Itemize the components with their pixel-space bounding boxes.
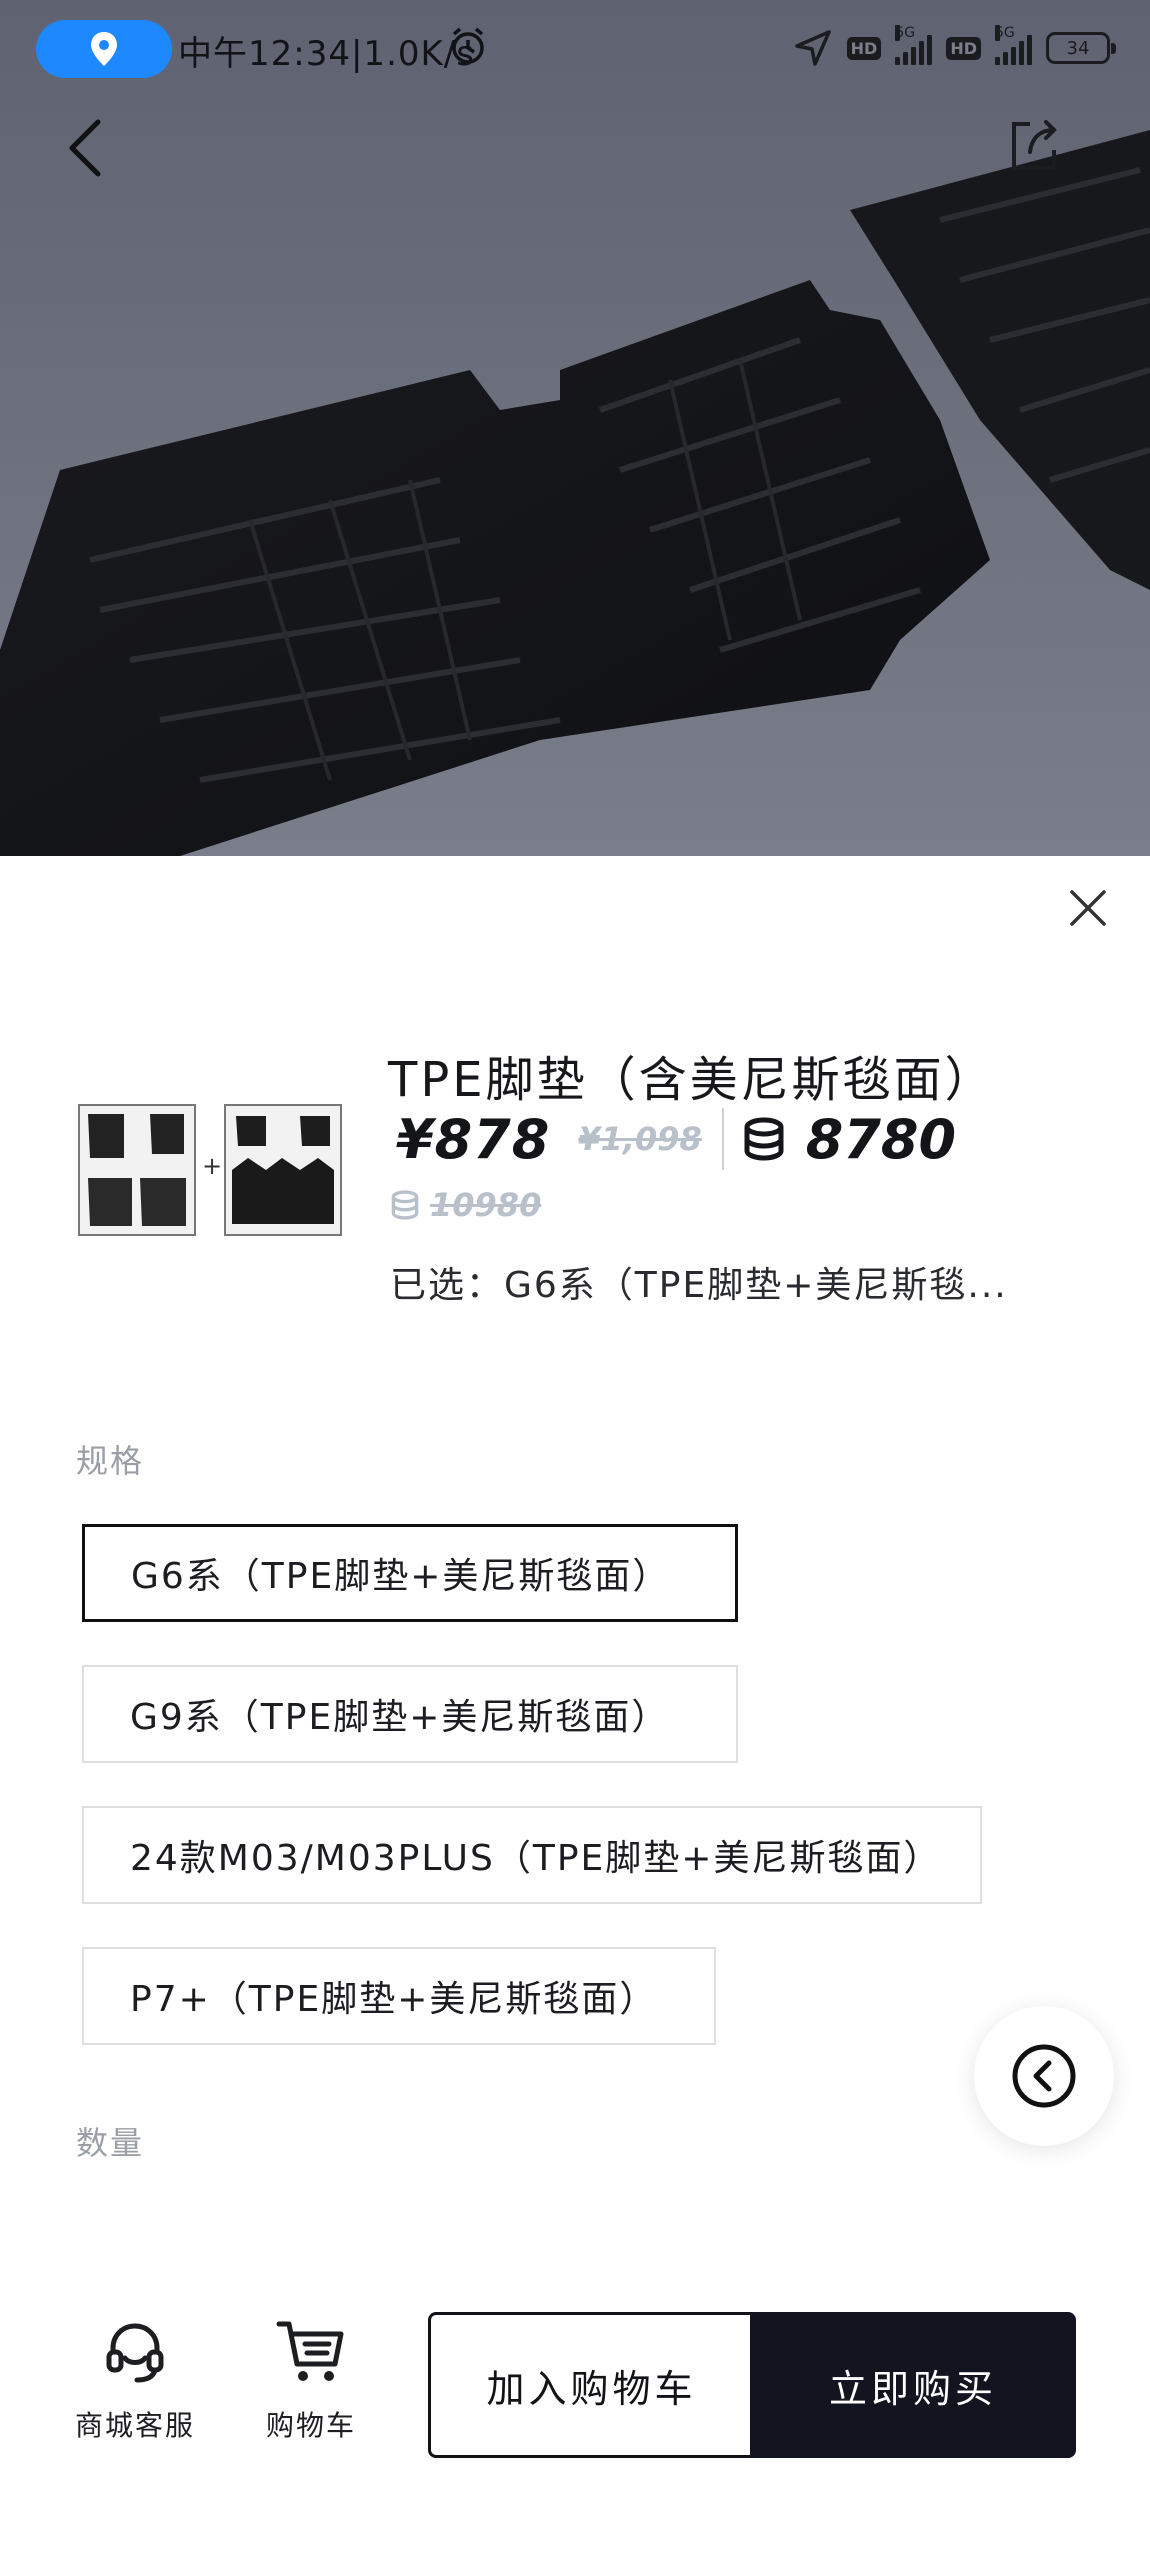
signal-strength-icon-2: 5G xyxy=(995,25,1032,65)
spec-option-label: G9系（TPE脚垫+美尼斯毯面） xyxy=(130,1697,670,1738)
thumbnail-mat-set-2 xyxy=(224,1104,342,1236)
circle-chevron-left-icon xyxy=(1012,2044,1076,2108)
spec-option-label: 24款M03/M03PLUS（TPE脚垫+美尼斯毯面） xyxy=(130,1838,942,1879)
customer-service-label: 商城客服 xyxy=(74,2409,195,2442)
alarm-clock-icon xyxy=(452,27,484,64)
hd-badge-2: HD xyxy=(946,36,981,60)
price-row: ¥878 ¥1,098 8780 xyxy=(396,1104,956,1174)
signal-strength-icon: 5G xyxy=(895,25,933,65)
original-points-price: 10980 xyxy=(430,1186,542,1224)
status-time: 中午12:34|1.0K/s xyxy=(178,34,475,74)
plus-symbol: + xyxy=(202,1152,223,1180)
thumbnail-mat-set-1 xyxy=(78,1104,196,1236)
cart-label: 购物车 xyxy=(265,2409,356,2442)
battery-icon: 34 xyxy=(1046,32,1116,64)
status-indicators: HD 5G HD 5G 34 xyxy=(793,24,1116,72)
floating-back-button[interactable] xyxy=(974,2006,1114,2146)
spec-option-g9[interactable]: G9系（TPE脚垫+美尼斯毯面） xyxy=(82,1665,738,1763)
hd-badge: HD xyxy=(846,36,882,60)
customer-service-button[interactable]: 商城客服 xyxy=(70,2318,200,2444)
add-to-cart-button[interactable]: 加入购物车 xyxy=(428,2312,752,2458)
coin-stack-icon-small xyxy=(391,1190,419,1220)
spec-option-label: G6系（TPE脚垫+美尼斯毯面） xyxy=(131,1556,671,1597)
product-spec-screen: 中午12:34|1.0K/s HD 5G HD 5G 34 + TPE脚垫（含美… xyxy=(0,0,1150,2556)
spec-option-label: P7+（TPE脚垫+美尼斯毯面） xyxy=(130,1979,658,2020)
headset-icon xyxy=(106,2323,164,2383)
coin-stack-icon xyxy=(744,1117,784,1161)
price-divider xyxy=(721,1108,724,1170)
cart-button[interactable]: 购物车 xyxy=(246,2318,376,2444)
original-price: ¥1,098 xyxy=(578,1120,702,1158)
chevron-left-icon[interactable] xyxy=(56,112,116,184)
buy-now-button[interactable]: 立即购买 xyxy=(750,2312,1076,2458)
location-pin-icon xyxy=(91,32,117,66)
spec-option-p7plus[interactable]: P7+（TPE脚垫+美尼斯毯面） xyxy=(82,1947,716,2045)
current-price: ¥878 xyxy=(396,1107,551,1171)
spec-section-label: 规格 xyxy=(76,1442,145,1480)
spec-option-g6[interactable]: G6系（TPE脚垫+美尼斯毯面） xyxy=(82,1524,738,1622)
spec-option-m03[interactable]: 24款M03/M03PLUS（TPE脚垫+美尼斯毯面） xyxy=(82,1806,982,1904)
location-pill[interactable] xyxy=(36,20,172,78)
shopping-cart-icon xyxy=(276,2321,344,2381)
status-bar: 中午12:34|1.0K/s HD 5G HD 5G 34 xyxy=(0,0,1150,96)
close-button[interactable] xyxy=(1060,880,1116,936)
product-image-dimmed xyxy=(0,0,1150,856)
product-thumbnail: + xyxy=(78,1104,348,1238)
share-icon[interactable] xyxy=(1006,116,1062,176)
original-points-row: 10980 xyxy=(390,1186,541,1224)
quantity-section-label: 数量 xyxy=(76,2124,145,2162)
points-price: 8780 xyxy=(805,1107,957,1171)
navigation-arrow-icon xyxy=(794,30,831,66)
product-title: TPE脚垫（含美尼斯毯面） xyxy=(388,1052,996,1108)
close-icon xyxy=(1070,890,1106,926)
selected-spec-summary: 已选：G6系（TPE脚垫+美尼斯毯... xyxy=(390,1265,1008,1306)
